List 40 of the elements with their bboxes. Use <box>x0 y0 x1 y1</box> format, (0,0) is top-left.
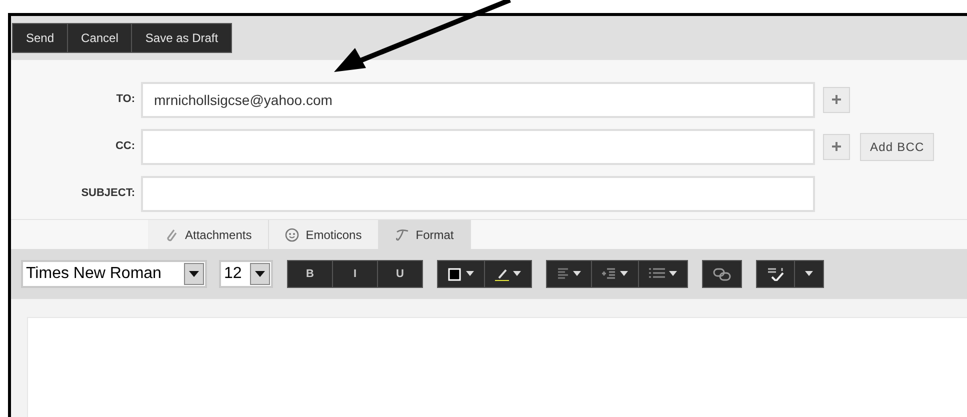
field-label: TO: <box>115 92 136 108</box>
indent-icon <box>602 266 616 281</box>
chain-link-icon <box>713 266 731 281</box>
align-icon <box>557 266 569 281</box>
toolbar-button[interactable]: Send <box>13 24 68 52</box>
caret-icon <box>805 271 813 276</box>
caret-icon <box>669 271 677 276</box>
field-label: SUBJECT: <box>80 186 136 202</box>
caret-icon <box>620 271 628 276</box>
input-field[interactable] <box>141 128 815 165</box>
caret-icon <box>466 271 474 276</box>
script-letter-icon <box>394 228 409 242</box>
tab[interactable]: Emoticons <box>268 220 379 250</box>
add-bcc-button[interactable]: Add BCC <box>860 132 934 161</box>
smiley-icon <box>284 228 299 242</box>
highlighter-icon <box>495 266 509 281</box>
paperclip-icon <box>164 228 178 242</box>
tab[interactable]: Attachments <box>148 220 269 250</box>
format-button[interactable]: U <box>377 260 422 287</box>
plus-icon <box>832 142 841 152</box>
list-icon <box>649 266 665 281</box>
toolbar-button[interactable]: Cancel <box>67 24 132 52</box>
caret-icon <box>189 270 199 277</box>
add-recipient-button[interactable] <box>823 86 850 113</box>
text-color-icon <box>448 266 462 281</box>
caret-icon <box>573 271 581 276</box>
plus-icon <box>832 95 841 104</box>
font-family-select[interactable]: Times New Roman <box>21 260 207 288</box>
font-size-select[interactable]: 12 <box>219 260 273 288</box>
tab[interactable]: Format <box>378 220 471 250</box>
caret-icon <box>513 271 521 276</box>
field-label: CC: <box>114 139 136 154</box>
input-field[interactable]: mrnichollsigcse@yahoo.com <box>141 82 815 118</box>
format-button[interactable]: I <box>332 260 377 287</box>
format-button[interactable]: B <box>288 260 332 287</box>
spellcheck-icon <box>767 266 784 281</box>
caret-icon <box>255 270 265 277</box>
add-recipient-button[interactable] <box>823 134 850 160</box>
input-field[interactable] <box>141 176 815 212</box>
toolbar-button[interactable]: Save as Draft <box>131 24 232 52</box>
